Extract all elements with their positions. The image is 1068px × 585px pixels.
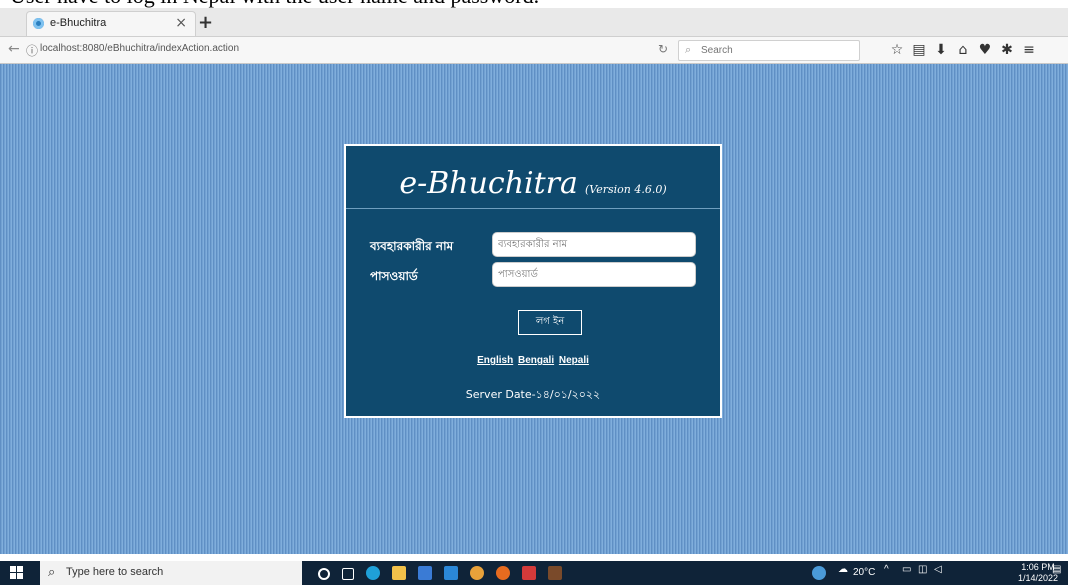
back-icon[interactable]: ← — [8, 41, 20, 57]
tab-close-icon[interactable]: × — [175, 15, 187, 31]
battery-icon[interactable]: ▭ — [902, 564, 911, 575]
password-label: পাসওয়ার্ড — [370, 269, 418, 283]
info-icon[interactable]: ⓘ — [26, 42, 38, 59]
volume-icon[interactable]: ◁ — [934, 564, 942, 575]
taskbar-search-text: Type here to search — [66, 566, 164, 578]
login-button[interactable]: লগ ইন — [518, 310, 582, 335]
language-link-english[interactable]: English — [477, 355, 513, 366]
bookmark-star-icon[interactable]: ☆ — [886, 39, 908, 61]
menu-icon[interactable]: ≡ — [1018, 39, 1040, 61]
notification-icon[interactable]: ▤ — [1052, 564, 1061, 575]
browser-search-input[interactable] — [699, 42, 853, 59]
browser-nav-bar: ← ⓘ localhost:8080/eBhuchitra/indexActio… — [0, 37, 1068, 64]
language-links: English Bengali Nepali — [346, 355, 720, 366]
search-icon: ⌕ — [685, 43, 692, 56]
home-icon[interactable]: ⌂ — [952, 39, 974, 61]
login-panel: e-Bhuchitra (Version 4.6.0) ব্যবহারকারীর… — [344, 144, 722, 418]
browser-search-box[interactable]: ⌕ — [678, 40, 860, 61]
mail-icon[interactable] — [444, 566, 458, 580]
taskbar-search[interactable]: ⌕ Type here to search — [40, 561, 302, 585]
tab-title: e-Bhuchitra — [50, 17, 107, 29]
pocket-icon[interactable]: ♥ — [974, 39, 996, 61]
weather-icon[interactable]: ☁ — [838, 564, 848, 575]
extension-icon[interactable]: ✱ — [996, 39, 1018, 61]
help-icon[interactable] — [812, 566, 826, 580]
title-divider — [346, 208, 720, 209]
password-field[interactable] — [492, 262, 696, 287]
server-date: Server Date-১৪/০১/২০২২ — [465, 388, 601, 401]
username-label: ব্যবহারকারীর নাম — [370, 239, 454, 253]
language-link-nepali[interactable]: Nepali — [559, 355, 589, 366]
taskbar: ⌕ Type here to search ☁ 20°C ^ ▭ ◫ ◁ 1:0… — [0, 561, 1068, 585]
favicon-icon — [33, 18, 44, 29]
app-version: (Version 4.6.0) — [585, 183, 667, 196]
network-icon[interactable]: ◫ — [918, 564, 927, 575]
show-hidden-icons[interactable]: ^ — [884, 564, 889, 575]
reading-list-icon[interactable]: ▤ — [908, 39, 930, 61]
windows-start-icon[interactable] — [10, 566, 24, 580]
cortana-icon[interactable] — [318, 568, 330, 580]
search-icon: ⌕ — [48, 565, 56, 580]
chrome-icon[interactable] — [470, 566, 484, 580]
task-view-icon[interactable] — [342, 568, 354, 580]
language-link-bengali[interactable]: Bengali — [518, 355, 554, 366]
app-title: e-Bhuchitra (Version 4.6.0) — [346, 166, 720, 201]
edge-icon[interactable] — [366, 566, 380, 580]
address-bar[interactable]: localhost:8080/eBhuchitra/indexAction.ac… — [40, 43, 239, 54]
username-field[interactable] — [492, 232, 696, 257]
app-name: e-Bhuchitra — [399, 166, 578, 201]
reload-icon[interactable]: ↻ — [658, 42, 668, 56]
page-background: e-Bhuchitra (Version 4.6.0) ব্যবহারকারীর… — [0, 64, 1068, 554]
browser-tab-bar: e-Bhuchitra × + — [0, 8, 1068, 37]
firefox-icon[interactable] — [496, 566, 510, 580]
toolbar-icons: ☆ ▤ ⬇ ⌂ ♥ ✱ ≡ — [886, 39, 1040, 61]
app-icon[interactable] — [548, 566, 562, 580]
browser-tab[interactable]: e-Bhuchitra × — [26, 11, 196, 36]
media-icon[interactable] — [522, 566, 536, 580]
file-explorer-icon[interactable] — [392, 566, 406, 580]
weather-text[interactable]: 20°C — [853, 567, 875, 578]
store-icon[interactable] — [418, 566, 432, 580]
new-tab-button[interactable]: + — [198, 12, 213, 33]
download-icon[interactable]: ⬇ — [930, 39, 952, 61]
caption-text: User have to log in Nepal with the user … — [0, 0, 1068, 8]
